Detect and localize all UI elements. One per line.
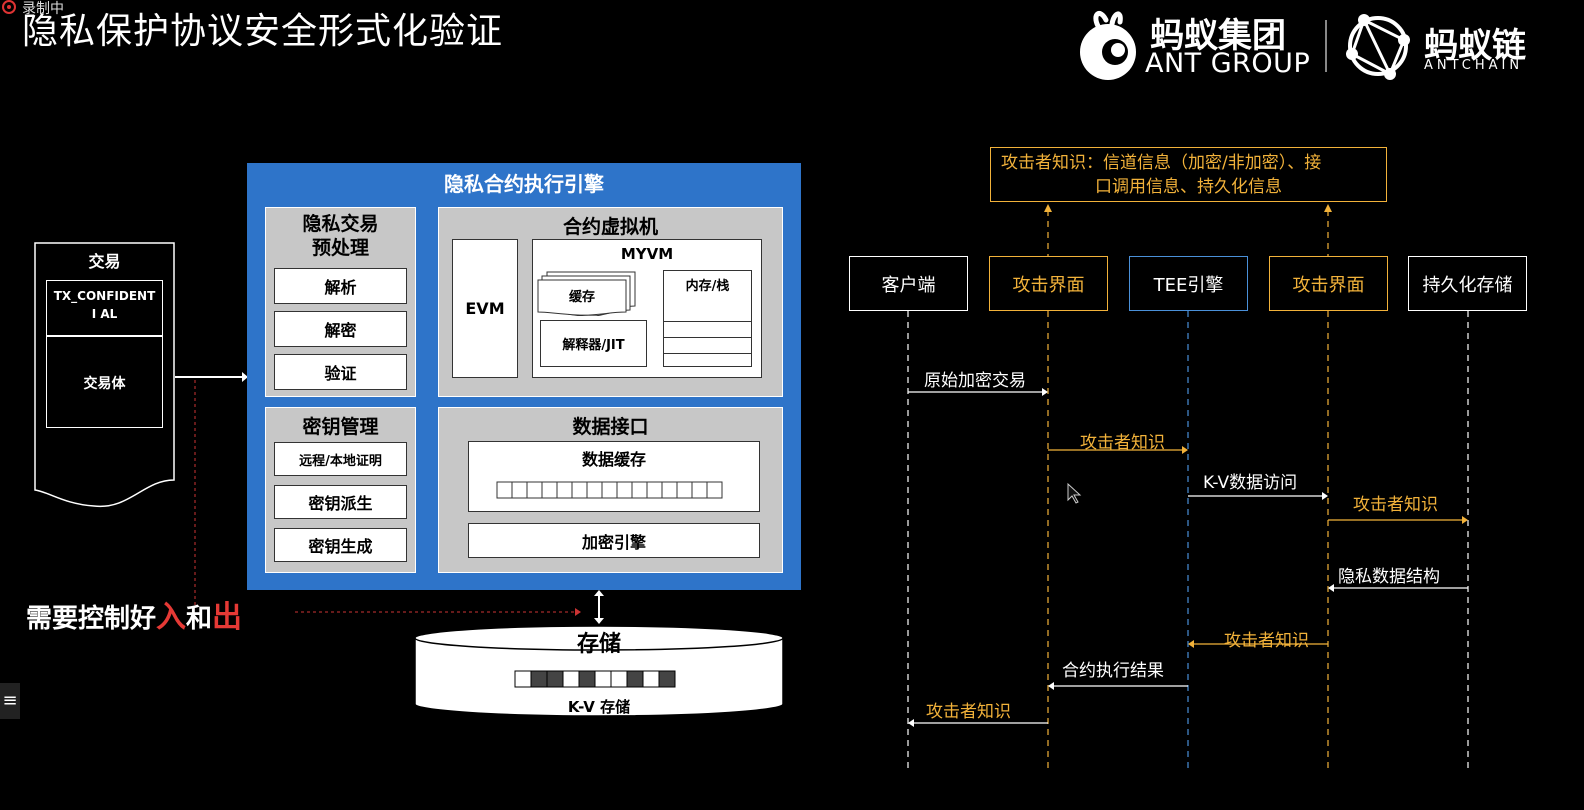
cache-label: 缓存: [568, 290, 595, 305]
kv-cells: [514, 670, 676, 688]
cache-cell: [661, 481, 678, 499]
control-note-in: 入: [156, 600, 187, 635]
cache-cell: [556, 481, 573, 499]
kv-cell: [594, 670, 612, 688]
ant-group-en: ANT GROUP: [1145, 48, 1311, 79]
engine-title: 隐私合约执行引擎: [444, 172, 604, 196]
transaction-title: 交易: [88, 252, 121, 271]
attacker-knowledge-line2: 口调用信息、持久化信息: [1095, 177, 1282, 197]
privacy-contract-engine: 隐私合约执行引擎 隐私交易 预处理 解析 解密 验证 合约虚拟机 EVM MYV…: [247, 163, 801, 590]
control-dashed-arrow: [295, 608, 581, 616]
preprocess-panel: 隐私交易 预处理 解析 解密 验证: [265, 207, 416, 397]
actor-persistent-storage: 持久化存储: [1408, 256, 1527, 311]
actor-attack-surface-2: 攻击界面: [1269, 256, 1388, 311]
actor-client: 客户端: [849, 256, 968, 311]
myvm-label: MYVM: [620, 245, 674, 263]
msg-raw-encrypted-tx: 原始加密交易: [924, 371, 1026, 391]
interpreter-box: 解释器/JIT: [540, 320, 647, 367]
stack-line: [664, 353, 751, 354]
kv-cell: [514, 670, 532, 688]
cache-cell: [631, 481, 648, 499]
side-handle[interactable]: ≡: [0, 683, 20, 719]
msg-contract-exec-result: 合约执行结果: [1062, 661, 1164, 681]
storage-double-arrow: [594, 590, 604, 624]
transaction-inner: TX_CONFIDENTI AL 交易体: [46, 280, 163, 428]
msg-private-data-structure: 隐私数据结构: [1338, 567, 1440, 587]
verify-box: 验证: [274, 354, 407, 390]
attacker-knowledge-box: 攻击者知识：信道信息（加密/非加密）、接 口调用信息、持久化信息: [990, 147, 1387, 202]
cache-cell: [646, 481, 663, 499]
cache-cell: [676, 481, 693, 499]
vm-title: 合约虚拟机: [562, 216, 658, 238]
storage-label: K-V 存储: [567, 698, 631, 716]
control-note-out: 出: [212, 600, 243, 635]
cache-cell: [616, 481, 633, 499]
cache-cell: [601, 481, 618, 499]
kv-cell: [610, 670, 628, 688]
evm-box: EVM: [452, 239, 518, 378]
transaction-document: 交易 TX_CONFIDENTI AL 交易体: [34, 242, 175, 510]
kv-storage-cylinder: 存储 K-V 存储: [413, 624, 785, 718]
cache-cell: [541, 481, 558, 499]
actor-tee-engine: TEE引擎: [1129, 256, 1248, 311]
preprocess-title-line2: 预处理: [311, 237, 369, 259]
keys-title: 密钥管理: [302, 416, 379, 438]
preprocess-title-line1: 隐私交易: [302, 213, 379, 235]
crypto-engine-box: 加密引擎: [468, 523, 760, 558]
control-note-and: 和: [186, 604, 213, 634]
transaction-body: 交易体: [83, 376, 126, 392]
divider: [47, 335, 162, 337]
actor-attack-surface-1: 攻击界面: [989, 256, 1108, 311]
logo-divider: [1325, 20, 1327, 72]
key-management-panel: 密钥管理 远程/本地证明 密钥派生 密钥生成: [265, 407, 416, 573]
msg-kv-data-access: K-V数据访问: [1203, 473, 1298, 493]
msg-attacker-knowledge-3: 攻击者知识: [1224, 631, 1309, 651]
kv-cell: [626, 670, 644, 688]
antchain-network-icon: [1346, 14, 1410, 80]
kv-cell: [530, 670, 548, 688]
key-generation-box: 密钥生成: [274, 528, 407, 562]
memory-label: 内存/栈: [685, 279, 730, 294]
cache-cell: [571, 481, 588, 499]
data-cache-label: 数据缓存: [581, 450, 646, 469]
kv-cell: [546, 670, 564, 688]
antchain-en: ANTCHAIN: [1424, 58, 1524, 73]
key-derivation-box: 密钥派生: [274, 485, 407, 519]
attacker-knowledge-line1: 攻击者知识：信道信息（加密/非加密）、接: [1001, 153, 1322, 173]
cache-cell: [526, 481, 543, 499]
ant-mascot-icon: [1080, 11, 1136, 80]
msg-attacker-knowledge-4: 攻击者知识: [926, 702, 1011, 722]
tx-arrows: [175, 372, 248, 605]
control-note-prefix: 需要控制好: [26, 604, 157, 634]
stack-line: [664, 337, 751, 338]
kv-cell: [642, 670, 660, 688]
tx-confidential-field: TX_CONFIDENTI AL: [53, 289, 156, 321]
msg-attacker-knowledge-2: 攻击者知识: [1353, 495, 1438, 515]
kv-cell: [578, 670, 596, 688]
attestation-box: 远程/本地证明: [274, 442, 407, 476]
decrypt-box: 解密: [274, 311, 407, 347]
cache-cell: [586, 481, 603, 499]
kv-cell: [658, 670, 676, 688]
cache-cell: [511, 481, 528, 499]
control-note: 需要控制好入和出: [26, 592, 242, 636]
record-icon[interactable]: [2, 0, 16, 14]
cache-cell: [706, 481, 723, 499]
kv-cell: [562, 670, 580, 688]
storage-title: 存储: [576, 632, 621, 657]
msg-attacker-knowledge-1: 攻击者知识: [1080, 433, 1165, 453]
stack-line: [664, 321, 751, 322]
contract-vm-panel: 合约虚拟机 EVM MYVM 缓存 解释器/JIT 内存/栈: [438, 207, 783, 397]
ant-group-logo: 蚂蚁集团 ANT GROUP: [1070, 6, 1320, 82]
cache-cell: [496, 481, 513, 499]
slide-title: 隐私保护协议安全形式化验证: [22, 11, 504, 52]
cache-cell: [691, 481, 708, 499]
data-interface-title: 数据接口: [572, 416, 649, 438]
data-cache-cells: [496, 481, 723, 499]
parse-box: 解析: [274, 268, 407, 304]
antchain-logo: 蚂蚁链 ANTCHAIN: [1340, 6, 1530, 82]
memory-stack-box: 内存/栈: [663, 270, 752, 367]
data-interface-panel: 数据接口 数据缓存 加密引擎: [438, 407, 783, 573]
